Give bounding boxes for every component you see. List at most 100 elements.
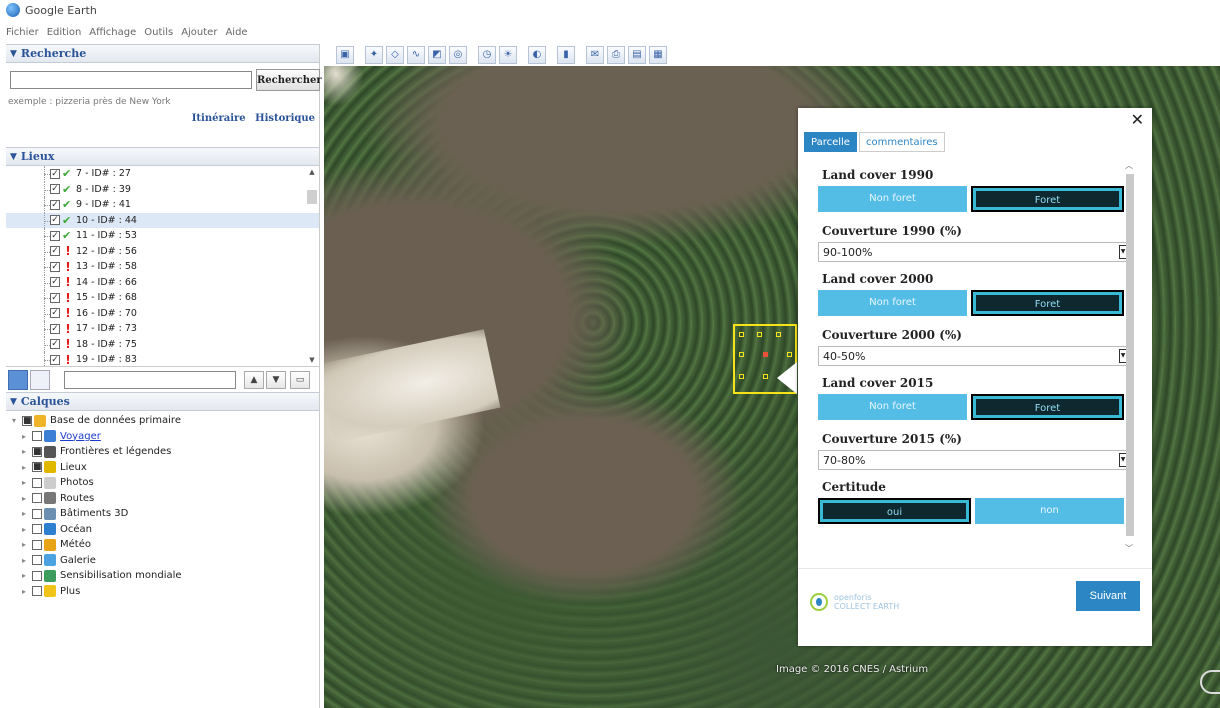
list-item[interactable]: ✓! 16 - ID# : 70: [6, 305, 319, 321]
planets-icon[interactable]: ◐: [528, 46, 546, 64]
expand-icon[interactable]: ▸: [22, 478, 32, 487]
layers-panel-header[interactable]: ▼ Calques: [6, 392, 319, 411]
certitude-non-button[interactable]: non: [975, 498, 1124, 524]
layer-item[interactable]: ▾ ■ Base de données primaire: [6, 413, 319, 429]
lc2000-foret-button[interactable]: Foret: [971, 290, 1124, 316]
certitude-oui-button[interactable]: oui: [818, 498, 971, 524]
checkbox[interactable]: ✓: [50, 261, 60, 272]
checkbox[interactable]: [32, 570, 42, 581]
expand-icon[interactable]: ▸: [22, 556, 32, 565]
scroll-down-icon[interactable]: ▼: [307, 356, 317, 364]
checkbox[interactable]: ■: [32, 462, 42, 473]
expand-icon[interactable]: ▸: [22, 447, 32, 456]
folder-icon[interactable]: ▭: [290, 371, 310, 389]
lc1990-non-foret-button[interactable]: Non foret: [818, 186, 967, 212]
layer-item[interactable]: ▸ Océan: [6, 522, 319, 538]
list-item[interactable]: ✓ ✔ 10 - ID# : 44: [6, 212, 319, 228]
layer-item[interactable]: ▸ ■ Lieux: [6, 460, 319, 476]
expand-icon[interactable]: ▸: [22, 571, 32, 580]
checkbox[interactable]: ✓: [50, 323, 60, 334]
lc2000-non-foret-button[interactable]: Non foret: [818, 290, 967, 316]
close-icon[interactable]: ✕: [1131, 110, 1144, 129]
navigation-compass-icon[interactable]: [1200, 670, 1220, 694]
layer-item[interactable]: ▸ Météo: [6, 537, 319, 553]
expand-icon[interactable]: ▸: [22, 463, 32, 472]
tab-commentaires[interactable]: commentaires: [858, 132, 945, 152]
menu-ajouter[interactable]: Ajouter: [181, 27, 217, 38]
layer-item[interactable]: ▸ ■ Frontières et légendes: [6, 444, 319, 460]
next-button[interactable]: Suivant: [1076, 581, 1140, 611]
expand-icon[interactable]: ▸: [22, 432, 32, 441]
scroll-thumb[interactable]: [1126, 174, 1134, 536]
historical-imagery-icon[interactable]: ◷: [478, 46, 496, 64]
expand-icon[interactable]: ▸: [22, 525, 32, 534]
list-item[interactable]: ✓! 17 - ID# : 73: [6, 321, 319, 337]
checkbox[interactable]: ✓: [50, 168, 60, 179]
checkbox[interactable]: [32, 493, 42, 504]
lc2015-foret-button[interactable]: Foret: [971, 394, 1124, 420]
checkbox[interactable]: [32, 508, 42, 519]
scroll-thumb[interactable]: [307, 190, 317, 204]
couverture-2000-select[interactable]: 40-50% ▼: [818, 346, 1128, 366]
menu-edition[interactable]: Edition: [47, 27, 82, 38]
places-panel-header[interactable]: ▼ Lieux: [6, 147, 319, 166]
scroll-up-icon[interactable]: ▲: [307, 168, 317, 176]
add-placemark-icon[interactable]: ✦: [365, 46, 383, 64]
places-filter-input[interactable]: [64, 371, 236, 389]
lc2015-non-foret-button[interactable]: Non foret: [818, 394, 967, 420]
expand-icon[interactable]: ▸: [22, 509, 32, 518]
menu-outils[interactable]: Outils: [144, 27, 173, 38]
print-icon[interactable]: ⎙: [607, 46, 625, 64]
add-overlay-icon[interactable]: ◩: [428, 46, 446, 64]
checkbox[interactable]: ✓: [50, 354, 60, 365]
list-item[interactable]: ✓! 15 - ID# : 68: [6, 290, 319, 306]
search-panel-toggle-icon[interactable]: [8, 370, 28, 390]
move-down-icon[interactable]: ▼: [266, 371, 286, 389]
layer-item[interactable]: ▸ Routes: [6, 491, 319, 507]
search-button[interactable]: Rechercher: [256, 69, 322, 91]
record-tour-icon[interactable]: ◎: [449, 46, 467, 64]
checkbox[interactable]: ■: [32, 446, 42, 457]
scroll-up-icon[interactable]: ︿: [1125, 160, 1133, 171]
checkbox[interactable]: [32, 524, 42, 535]
sunlight-icon[interactable]: ☀: [499, 46, 517, 64]
history-link[interactable]: Historique: [255, 113, 315, 124]
checkbox[interactable]: ✓: [50, 199, 60, 210]
list-item[interactable]: ✓! 14 - ID# : 66: [6, 274, 319, 290]
checkbox[interactable]: [32, 431, 42, 442]
checkbox[interactable]: ■: [22, 415, 32, 426]
checkbox[interactable]: ✓: [50, 246, 60, 257]
layer-item[interactable]: ▸ Voyager: [6, 429, 319, 445]
list-item[interactable]: ✓! 19 - ID# : 83: [6, 352, 319, 366]
layer-label[interactable]: Voyager: [60, 431, 101, 442]
checkbox[interactable]: ✓: [50, 308, 60, 319]
menu-fichier[interactable]: Fichier: [6, 27, 39, 38]
checkbox[interactable]: [32, 539, 42, 550]
menu-aide[interactable]: Aide: [225, 27, 247, 38]
itinerary-link[interactable]: Itinéraire: [192, 113, 246, 124]
ruler-icon[interactable]: ▮: [557, 46, 575, 64]
checkbox[interactable]: [32, 477, 42, 488]
layer-item[interactable]: ▸ Sensibilisation mondiale: [6, 568, 319, 584]
move-up-icon[interactable]: ▲: [244, 371, 264, 389]
menu-affichage[interactable]: Affichage: [89, 27, 136, 38]
list-item[interactable]: ✓ ✔ 9 - ID# : 41: [6, 197, 319, 213]
add-polygon-icon[interactable]: ◇: [386, 46, 404, 64]
layer-item[interactable]: ▸ Plus: [6, 584, 319, 600]
expand-icon[interactable]: ▸: [22, 540, 32, 549]
list-item[interactable]: ✓! 18 - ID# : 75: [6, 336, 319, 352]
list-item[interactable]: ✓ ✔ 7 - ID# : 27: [6, 166, 319, 182]
panel-toggle-icon[interactable]: [30, 370, 50, 390]
checkbox[interactable]: [32, 555, 42, 566]
expand-icon[interactable]: ▸: [22, 494, 32, 503]
layer-item[interactable]: ▸ Galerie: [6, 553, 319, 569]
checkbox[interactable]: ✓: [50, 230, 60, 241]
checkbox[interactable]: ✓: [50, 277, 60, 288]
email-icon[interactable]: ✉: [586, 46, 604, 64]
search-input[interactable]: [10, 71, 252, 89]
list-item[interactable]: ✓! 12 - ID# : 56: [6, 243, 319, 259]
search-panel-header[interactable]: ▼ Recherche: [6, 44, 319, 63]
sidebar-toggle-icon[interactable]: ▣: [336, 46, 354, 64]
checkbox[interactable]: ✓: [50, 215, 60, 226]
add-path-icon[interactable]: ∿: [407, 46, 425, 64]
